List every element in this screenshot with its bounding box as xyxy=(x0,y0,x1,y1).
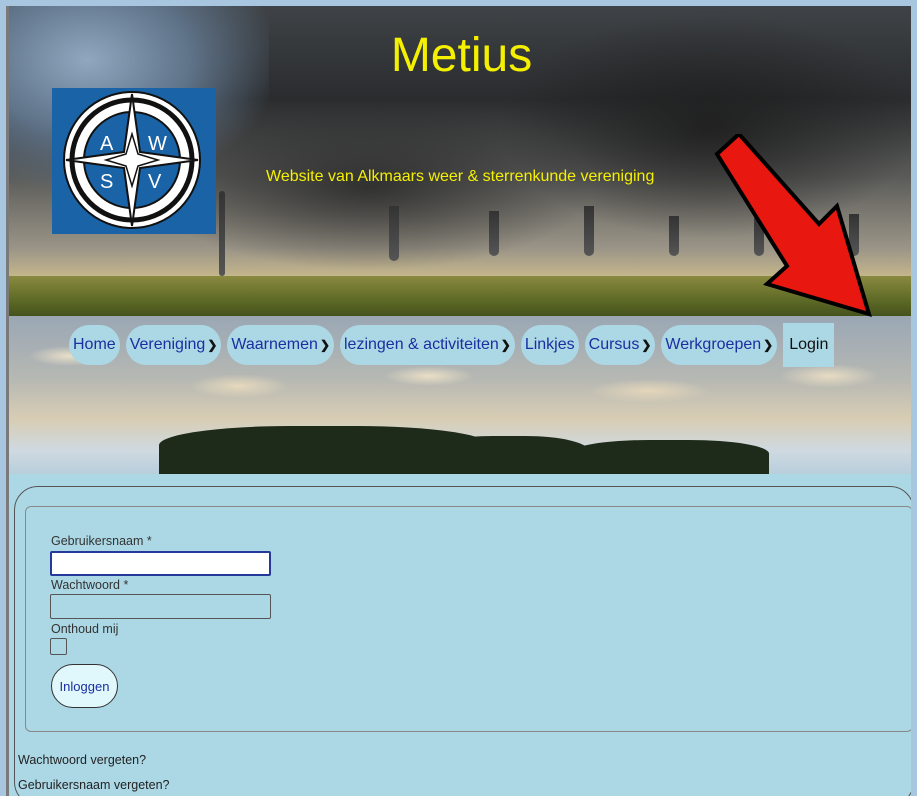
tornado-funnel xyxy=(669,216,679,256)
remember-label: Onthoud mij xyxy=(51,622,119,636)
nav-banner: Home Vereniging ❯ Waarnemen ❯ lezingen &… xyxy=(9,316,911,474)
login-form: Gebruikersnaam * Wachtwoord * Onthoud mi… xyxy=(25,506,911,732)
username-label: Gebruikersnaam * xyxy=(51,534,152,548)
nav-item-label: Login xyxy=(789,336,829,353)
chevron-down-icon: ❯ xyxy=(763,338,774,352)
chevron-down-icon: ❯ xyxy=(500,338,511,352)
remember-checkbox[interactable] xyxy=(50,638,67,655)
tornado-funnel xyxy=(219,191,225,276)
password-input[interactable] xyxy=(50,594,271,619)
main-nav: Home Vereniging ❯ Waarnemen ❯ lezingen &… xyxy=(69,323,835,367)
compass-logo-icon: A W S V xyxy=(63,91,201,229)
nav-item-label: Werkgroepen xyxy=(665,336,762,353)
tornado-funnel xyxy=(389,206,399,261)
nav-item-lezingen[interactable]: lezingen & activiteiten ❯ xyxy=(340,325,515,365)
treeline xyxy=(429,436,589,474)
page-frame: Metius A W S V Website van Alkmaars weer… xyxy=(6,6,911,796)
logo-letter-s: S xyxy=(100,171,113,193)
nav-item-label: Waarnemen xyxy=(231,336,318,353)
nav-item-label: Home xyxy=(73,336,116,353)
nav-item-vereniging[interactable]: Vereniging ❯ xyxy=(125,325,222,365)
password-label: Wachtwoord * xyxy=(51,578,129,592)
red-arrow-annotation-icon xyxy=(714,134,872,317)
site-tagline: Website van Alkmaars weer & sterrenkunde… xyxy=(266,168,655,185)
logo-letter-v: V xyxy=(148,171,162,193)
treeline xyxy=(569,440,769,474)
logo-letter-w: W xyxy=(148,133,167,155)
chevron-down-icon: ❯ xyxy=(207,338,218,352)
username-input[interactable] xyxy=(50,551,271,576)
nav-item-label: Vereniging xyxy=(129,336,206,353)
chevron-down-icon: ❯ xyxy=(641,338,652,352)
nav-item-cursus[interactable]: Cursus ❯ xyxy=(584,325,656,365)
nav-item-werkgroepen[interactable]: Werkgroepen ❯ xyxy=(661,325,778,365)
forgot-username-link[interactable]: Gebruikersnaam vergeten? xyxy=(18,778,169,792)
login-button[interactable]: Inloggen xyxy=(51,664,118,708)
nav-item-waarnemen[interactable]: Waarnemen ❯ xyxy=(227,325,334,365)
nav-item-login[interactable]: Login xyxy=(783,323,835,367)
logo-letter-a: A xyxy=(100,133,114,155)
nav-item-linkjes[interactable]: Linkjes xyxy=(520,325,579,365)
awsv-logo[interactable]: A W S V xyxy=(52,88,216,234)
forgot-password-link[interactable]: Wachtwoord vergeten? xyxy=(18,753,146,767)
nav-item-label: Linkjes xyxy=(524,336,575,353)
login-panel: Gebruikersnaam * Wachtwoord * Onthoud mi… xyxy=(14,486,911,796)
tornado-funnel xyxy=(489,211,499,256)
chevron-down-icon: ❯ xyxy=(319,338,330,352)
nav-item-label: Cursus xyxy=(588,336,640,353)
tornado-funnel xyxy=(584,206,594,256)
nav-item-home[interactable]: Home xyxy=(69,325,120,365)
nav-item-label: lezingen & activiteiten xyxy=(344,336,499,353)
site-title: Metius xyxy=(390,29,533,82)
